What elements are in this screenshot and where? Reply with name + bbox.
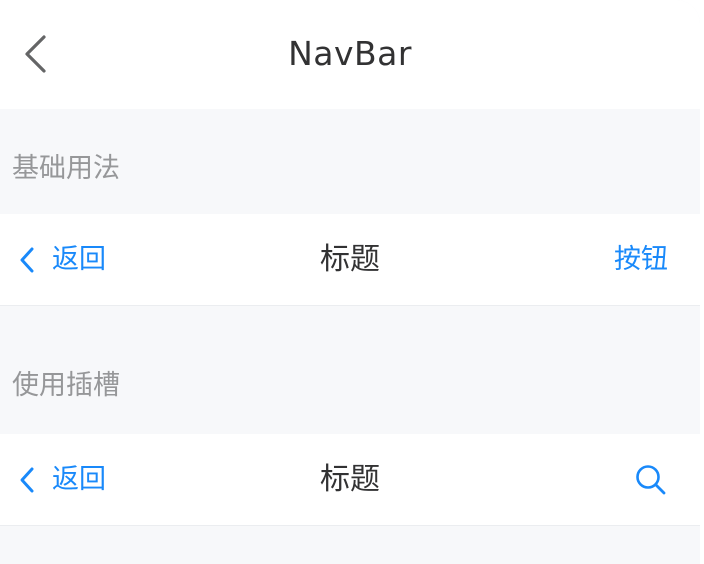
navbar-basic: 返回 标题 按钮 xyxy=(0,214,700,306)
navbar-slot: 返回 标题 xyxy=(0,434,700,526)
navbar-title: 标题 xyxy=(320,462,380,497)
right-button-label: 按钮 xyxy=(614,244,668,275)
section-heading-slot: 使用插槽 xyxy=(12,370,120,401)
demo-page: NavBar 基础用法 返回 标题 按钮 使用插槽 返回 标题 xyxy=(0,0,700,564)
right-button[interactable]: 按钮 xyxy=(614,240,668,280)
navbar-title: 标题 xyxy=(320,242,380,277)
section-heading-basic: 基础用法 xyxy=(12,153,120,184)
search-icon[interactable] xyxy=(634,463,668,497)
page-title: NavBar xyxy=(288,34,412,73)
page-navbar: NavBar xyxy=(0,0,700,109)
